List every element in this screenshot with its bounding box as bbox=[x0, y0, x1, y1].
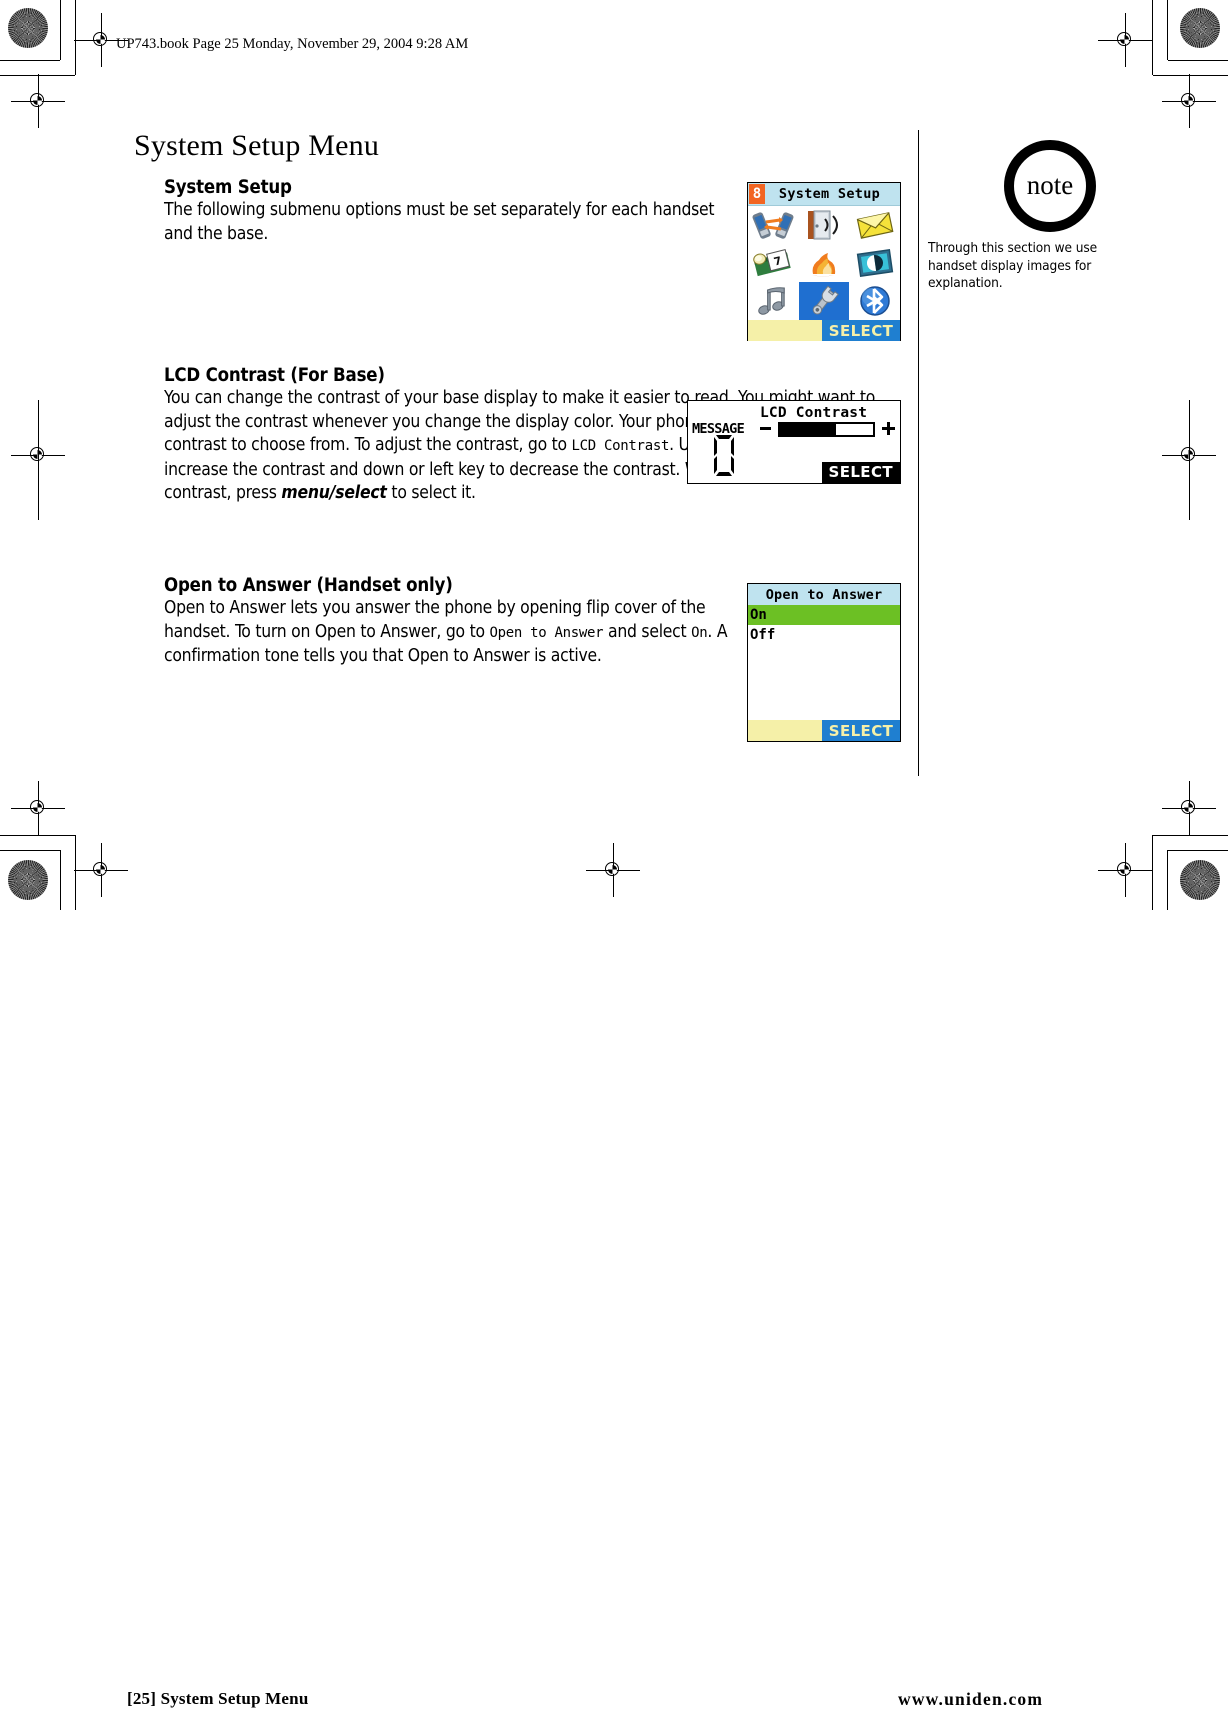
section-body: The following submenu options must be se… bbox=[164, 200, 715, 244]
message-count-seven-segment bbox=[714, 435, 734, 476]
envelope-message-icon bbox=[856, 212, 894, 239]
menu-icon-intercom-handsets[interactable] bbox=[748, 206, 799, 244]
menu-icon-alarm-calendar[interactable]: 7 bbox=[748, 244, 799, 282]
softkey-select[interactable]: SELECT bbox=[821, 462, 900, 483]
contrast-level-bar[interactable] bbox=[778, 422, 875, 437]
alarm-calendar-icon: 7 bbox=[753, 249, 792, 277]
lcd-title: System Setup bbox=[778, 186, 881, 202]
softkey-select[interactable]: SELECT bbox=[822, 720, 900, 741]
menu-number-badge: 8 bbox=[749, 184, 765, 204]
section-heading: LCD Contrast (For Base) bbox=[164, 365, 385, 386]
menu-option-reference: On bbox=[691, 624, 708, 641]
menu-icon-bluetooth[interactable] bbox=[849, 282, 900, 320]
lcd-title: LCD Contrast bbox=[760, 405, 868, 421]
menu-icon-display-contrast-picture[interactable] bbox=[849, 244, 900, 282]
column-divider bbox=[918, 130, 919, 776]
note-text: Through this section we use handset disp… bbox=[928, 240, 1098, 292]
menu-icon-settings-wrench[interactable] bbox=[798, 282, 850, 320]
contrast-level-fill bbox=[780, 424, 836, 435]
body-text-part: and select bbox=[603, 621, 692, 642]
bluetooth-icon bbox=[859, 286, 890, 316]
screenshot-open-to-answer: Open to Answer On Off SELECT bbox=[747, 583, 901, 742]
decrease-contrast-icon[interactable] bbox=[760, 427, 771, 430]
menu-option-off[interactable]: Off bbox=[748, 625, 900, 645]
footer-page-label: [25] System Setup Menu bbox=[127, 1689, 309, 1708]
ringer-tone-flame-icon bbox=[811, 253, 836, 277]
page-content: System Setup Menu System Setup The follo… bbox=[0, 0, 1228, 1709]
section-heading: System Setup bbox=[164, 177, 292, 198]
section-open-to-answer: Open to Answer (Handset only) Open to An… bbox=[164, 575, 744, 669]
menu-path-reference: LCD Contrast bbox=[571, 438, 670, 455]
menu-option-on[interactable]: On bbox=[748, 605, 900, 625]
menu-icon-envelope-message[interactable] bbox=[849, 206, 900, 244]
screenshot-lcd-contrast: MESSAGE LCD Contrast SELECT bbox=[687, 400, 901, 484]
softkey-select[interactable]: SELECT bbox=[822, 320, 900, 341]
key-name-reference: menu/select bbox=[281, 483, 387, 504]
music-notes-icon bbox=[758, 287, 786, 315]
intercom-handsets-icon bbox=[752, 212, 794, 239]
menu-icon-grid: 7 bbox=[748, 206, 900, 320]
section-body: Open to Answer lets you answer the phone… bbox=[164, 597, 744, 669]
display-contrast-picture-icon bbox=[856, 249, 893, 277]
lcd-softkey-bar: SELECT bbox=[748, 320, 900, 341]
menu-icon-music-notes[interactable] bbox=[748, 282, 799, 320]
door-chime-icon bbox=[807, 210, 838, 240]
note-callout: note Through this section we use handset… bbox=[928, 140, 1100, 293]
lcd-title: Open to Answer bbox=[748, 584, 900, 605]
menu-icon-ringer-tone-flame[interactable] bbox=[799, 244, 850, 282]
note-badge-icon: note bbox=[1004, 140, 1096, 232]
menu-icon-door-chime[interactable] bbox=[799, 206, 850, 244]
note-badge-label: note bbox=[1026, 169, 1074, 200]
lcd-empty-area bbox=[748, 645, 900, 720]
lcd-titlebar: 8 System Setup bbox=[748, 183, 900, 206]
increase-contrast-icon[interactable] bbox=[882, 422, 895, 435]
settings-wrench-icon bbox=[812, 285, 839, 315]
page-title: System Setup Menu bbox=[134, 129, 380, 162]
section-system-setup: System Setup The following submenu optio… bbox=[164, 177, 734, 246]
footer-website: www.uniden.com bbox=[898, 1689, 1044, 1709]
softkey-spacer bbox=[748, 320, 822, 341]
lcd-softkey-bar: SELECT bbox=[748, 720, 900, 741]
section-heading: Open to Answer (Handset only) bbox=[164, 575, 453, 596]
body-text-part: to select it. bbox=[386, 483, 476, 504]
softkey-spacer bbox=[748, 720, 822, 741]
menu-path-reference: Open to Answer bbox=[489, 624, 604, 641]
screenshot-system-setup: 8 System Setup 7 SELECT bbox=[747, 182, 901, 341]
